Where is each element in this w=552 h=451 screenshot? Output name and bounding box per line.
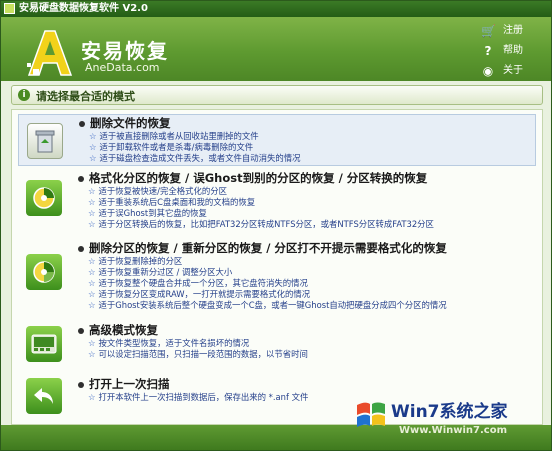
description-line: ☆ 适于恢复整个硬盘合并成一个分区，其它盘符消失的情况 — [88, 278, 308, 288]
option-title: 删除分区的恢复 / 重新分区的恢复 / 分区打不开提示需要格式化的恢复 — [78, 240, 447, 256]
option-title: 删除文件的恢复 — [79, 115, 171, 131]
window-title: 安易硬盘数据恢复软件 V2.0 — [19, 3, 148, 14]
description-line: ☆ 适于恢复删除掉的分区 — [88, 256, 183, 266]
partition-icon — [26, 254, 62, 290]
description-line: ☆ 适于恢复分区变成RAW，一打开就提示需要格式化的情况 — [88, 289, 311, 299]
help-link[interactable]: ? 帮助 — [481, 41, 539, 61]
option-description: ☆ 打开本软件上一次扫描到数据后，保存出来的 *.anf 文件 — [88, 392, 308, 403]
recycle-bin-icon — [27, 123, 63, 159]
advanced-mode-icon — [26, 326, 62, 362]
register-link[interactable]: 🛒 注册 — [481, 21, 539, 41]
about-icon: ◉ — [482, 64, 494, 78]
cart-icon: 🛒 — [481, 24, 496, 38]
mode-bar-label: 请选择最合适的模式 — [36, 90, 135, 103]
description-line: ☆ 适于误Ghost到其它盘的恢复 — [88, 208, 207, 218]
description-line: ☆ 适于恢复被快速/完全格式化的分区 — [88, 186, 227, 196]
watermark: Win7系统之家 Www.Winwin7.com — [355, 393, 545, 449]
option-title: 打开上一次扫描 — [78, 376, 170, 392]
description-line: ☆ 适于分区转换后的恢复，比如把FAT32分区转成NTFS分区，或者NTFS分区转… — [88, 219, 434, 229]
windows-flag-icon — [357, 402, 385, 427]
help-icon: ? — [484, 44, 492, 58]
description-line: ☆ 打开本软件上一次扫描到数据后，保存出来的 *.anf 文件 — [88, 392, 309, 402]
title-bar[interactable]: 安易硬盘数据恢复软件 V2.0 — [1, 1, 551, 17]
description-line: ☆ 适于恢复重新分过区 / 调整分区大小 — [88, 267, 233, 277]
app-icon — [4, 3, 15, 14]
about-link[interactable]: ◉ 关于 — [481, 61, 539, 81]
info-icon: i — [18, 89, 30, 101]
watermark-text: Win7系统之家 — [391, 402, 508, 422]
description-line: ☆ 适于卸载软件或者是杀毒/病毒删除的文件 — [89, 142, 254, 152]
option-formatted-partition[interactable]: 格式化分区的恢复 / 误Ghost到别的分区的恢复 / 分区转换的恢复 ☆ 适于恢… — [18, 170, 536, 236]
option-deleted-partition[interactable]: 删除分区的恢复 / 重新分区的恢复 / 分区打不开提示需要格式化的恢复 ☆ 适于恢… — [18, 240, 536, 318]
logo-icon — [27, 30, 73, 76]
header-links: 🛒 注册 ? 帮助 ◉ 关于 — [481, 21, 539, 81]
option-description: ☆ 适于被直接删除或者从回收站里删掉的文件 ☆ 适于卸载软件或者是杀毒/病毒删除的文… — [89, 131, 301, 164]
main-window: 安易硬盘数据恢复软件 V2.0 安易恢复 AneData.com 🛒 注册 ? … — [0, 0, 552, 451]
description-line: ☆ 适于重装系统后C盘桌面和我的文档的恢复 — [88, 197, 256, 207]
description-line: ☆ 可以设定扫描范围，只扫描一段范围的数据，以节省时间 — [88, 349, 308, 359]
option-advanced-mode[interactable]: 高级模式恢复 ☆ 按文件类型恢复，适于文件名损坏的情况 ☆ 可以设定扫描范围，只扫描… — [18, 322, 536, 366]
mode-bar: i 请选择最合适的模式 — [11, 85, 543, 105]
option-description: ☆ 按文件类型恢复，适于文件名损坏的情况 ☆ 可以设定扫描范围，只扫描一段范围的数据… — [88, 338, 308, 360]
app-header: 安易恢复 AneData.com 🛒 注册 ? 帮助 ◉ 关于 — [1, 17, 551, 81]
description-line: ☆ 适于磁盘检查造成文件丢失，或者文件自动消失的情况 — [89, 153, 301, 163]
recovery-options-panel: 删除文件的恢复 ☆ 适于被直接删除或者从回收站里删掉的文件 ☆ 适于卸载软件或者是杀… — [11, 109, 543, 425]
option-title: 格式化分区的恢复 / 误Ghost到别的分区的恢复 / 分区转换的恢复 — [78, 170, 427, 186]
description-line: ☆ 按文件类型恢复，适于文件名损坏的情况 — [88, 338, 250, 348]
disk-format-icon — [26, 180, 62, 216]
description-line: ☆ 适于Ghost安装系统后整个硬盘变成一个C盘，或者一键Ghost自动把硬盘分成… — [88, 300, 447, 310]
description-line: ☆ 适于被直接删除或者从回收站里删掉的文件 — [89, 131, 259, 141]
option-deleted-files[interactable]: 删除文件的恢复 ☆ 适于被直接删除或者从回收站里删掉的文件 ☆ 适于卸载软件或者是杀… — [18, 114, 536, 166]
option-title: 高级模式恢复 — [78, 322, 158, 338]
option-description: ☆ 适于恢复删除掉的分区 ☆ 适于恢复重新分过区 / 调整分区大小 ☆ 适于恢复整个硬… — [88, 256, 447, 311]
brand-name: 安易恢复 — [81, 39, 169, 63]
option-description: ☆ 适于恢复被快速/完全格式化的分区 ☆ 适于重装系统后C盘桌面和我的文档的恢复 ☆… — [88, 186, 434, 230]
brand-site: AneData.com — [85, 61, 160, 74]
watermark-url: Www.Winwin7.com — [399, 425, 508, 436]
back-arrow-icon — [26, 378, 62, 414]
